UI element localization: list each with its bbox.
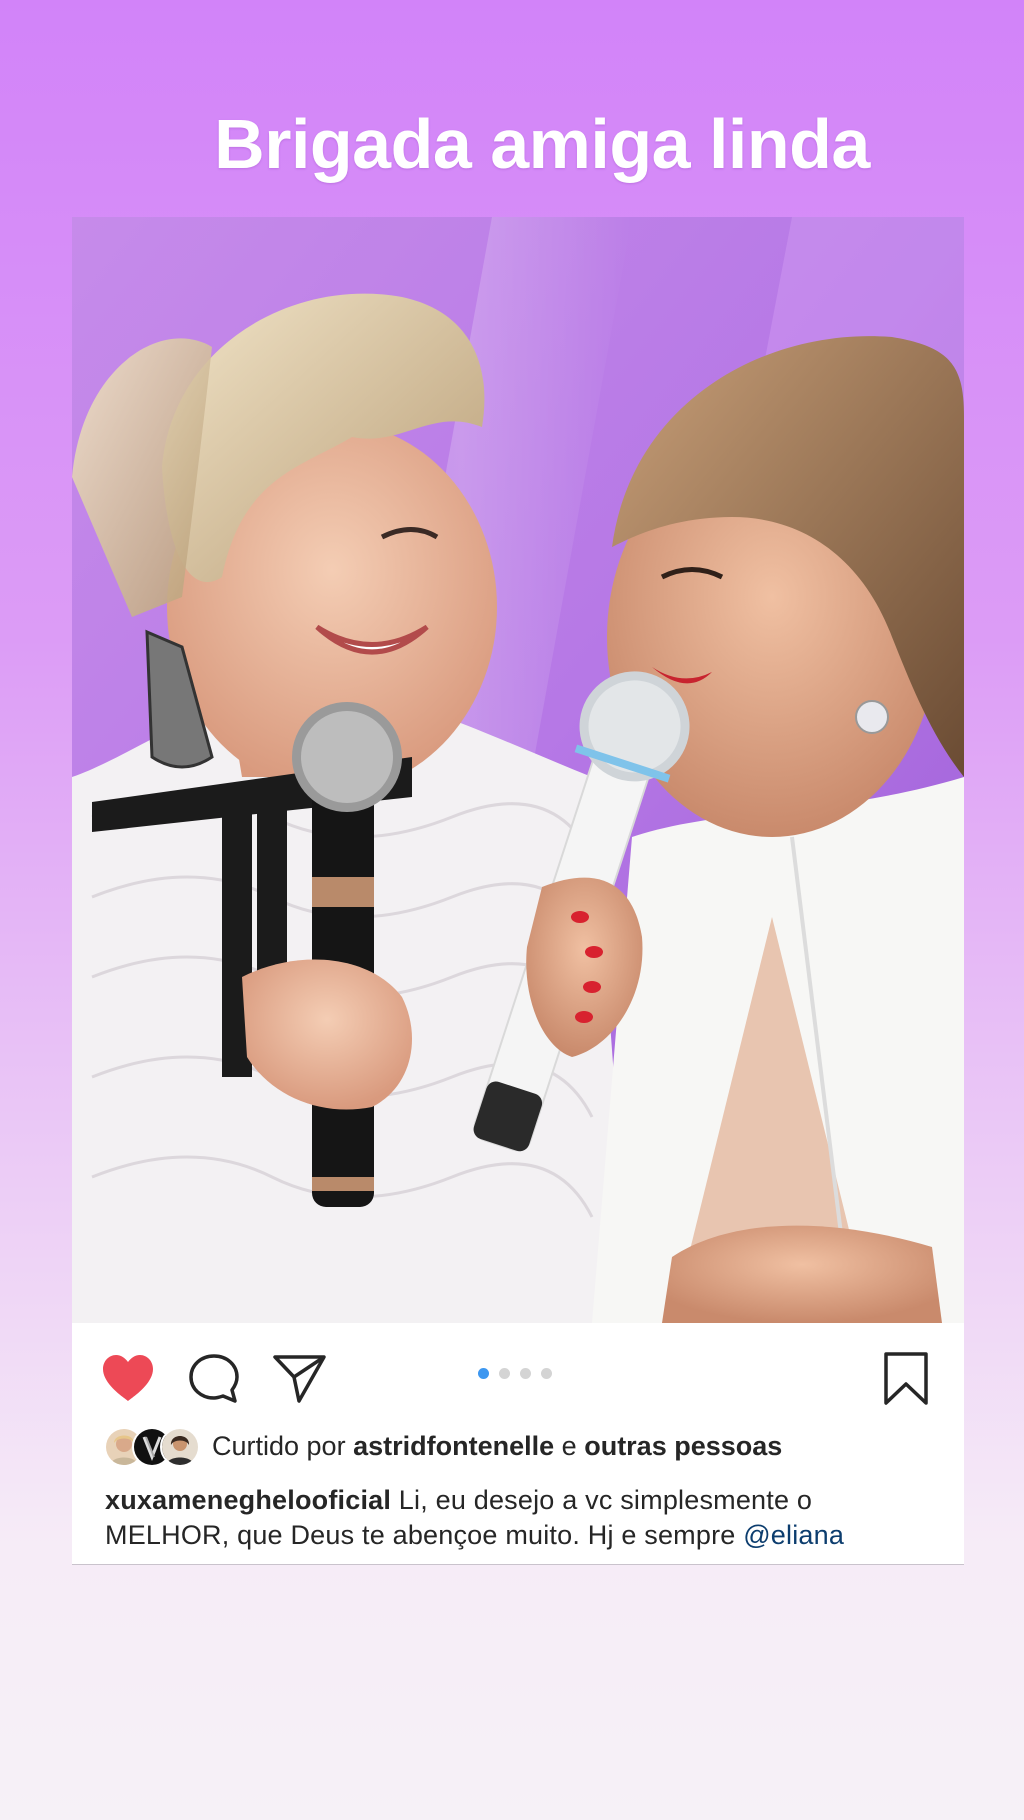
caption-text-line1: Li, eu desejo a vc simplesmente o xyxy=(391,1485,813,1515)
speech-bubble-icon[interactable] xyxy=(188,1353,240,1410)
post-caption: xuxameneghelooficial Li, eu desejo a vc … xyxy=(105,1483,945,1553)
likes-connector: e xyxy=(561,1430,577,1461)
liked-by-others-link[interactable]: outras pessoas xyxy=(584,1431,782,1462)
likes-prefix: Curtido por xyxy=(212,1430,346,1461)
carousel-dot xyxy=(520,1368,531,1379)
carousel-dot-active xyxy=(478,1368,489,1379)
caption-mention-link[interactable]: @eliana xyxy=(743,1520,844,1550)
caption-username[interactable]: xuxameneghelooficial xyxy=(105,1485,391,1515)
heart-filled-icon[interactable] xyxy=(100,1353,156,1408)
carousel-dot xyxy=(499,1368,510,1379)
instagram-post-card: Curtido por astridfontenelle e outras pe… xyxy=(72,217,964,1565)
story-caption: Brigada amiga linda xyxy=(214,105,870,183)
caption-text-line2: MELHOR, que Deus te abençoe muito. Hj e … xyxy=(105,1520,744,1550)
avatar[interactable] xyxy=(160,1427,200,1467)
bookmark-icon[interactable] xyxy=(882,1351,930,1412)
carousel-indicator xyxy=(478,1368,552,1379)
post-photo[interactable] xyxy=(72,217,964,1323)
likes-row: Curtido por astridfontenelle e outras pe… xyxy=(104,1425,782,1467)
post-action-bar xyxy=(72,1323,964,1427)
paper-plane-icon[interactable] xyxy=(272,1353,328,1410)
post-divider xyxy=(72,1564,964,1565)
carousel-dot xyxy=(541,1368,552,1379)
post-photo-illustration xyxy=(72,217,964,1323)
liked-by-username[interactable]: astridfontenelle xyxy=(353,1431,554,1462)
liker-avatars xyxy=(104,1427,202,1467)
